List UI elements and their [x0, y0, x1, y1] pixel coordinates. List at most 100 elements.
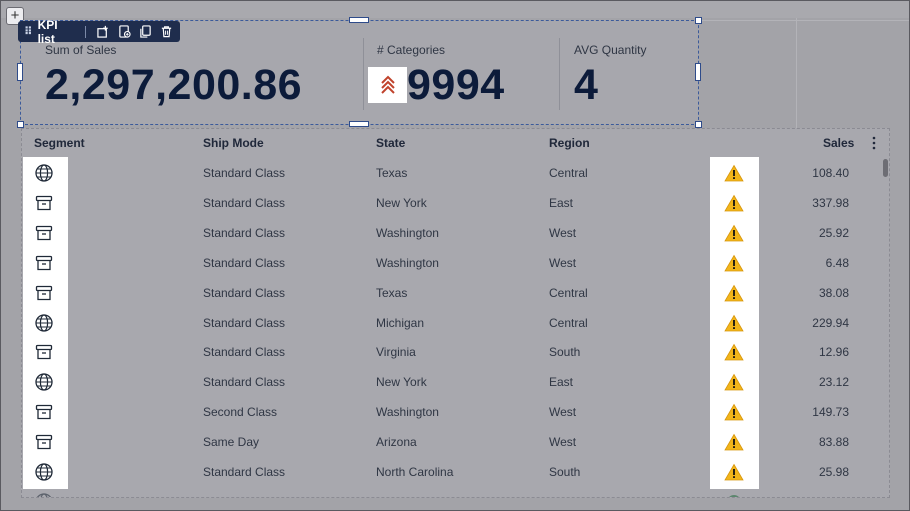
globe-icon — [34, 163, 54, 183]
cell-sales: 6.48 — [825, 255, 849, 270]
archive-icon — [34, 193, 54, 213]
archive-icon — [34, 283, 54, 303]
kpi-divider — [559, 38, 560, 110]
warning-icon — [724, 224, 744, 242]
cell-sales: 83.88 — [818, 435, 849, 450]
cell-sales: 38.08 — [818, 285, 849, 300]
resize-handle-bottom-right[interactable] — [695, 121, 702, 128]
cell-sales: 25.98 — [818, 465, 849, 479]
widget-name: KPI list — [37, 17, 58, 46]
cell-ship-mode: Standard Class — [203, 285, 286, 300]
table-row[interactable]: Standard Class Washington West 6.48 — [22, 248, 889, 278]
table-row[interactable]: Standard Class North Carolina South 25.98 — [22, 457, 889, 487]
table-widget[interactable]: Segment Ship Mode State Region Sales Sta… — [21, 128, 890, 498]
cell-region: East — [549, 375, 574, 390]
cell-region: West — [549, 255, 577, 270]
cell-ship-mode: Standard Class — [203, 255, 286, 270]
status-ok-icon — [724, 493, 744, 497]
kpi-label: # Categories — [377, 43, 446, 57]
cell-state: Washington — [376, 405, 439, 420]
cell-ship-mode: Standard Class — [203, 375, 286, 390]
resize-handle-top-right[interactable] — [695, 17, 702, 24]
cell-region: South — [549, 495, 580, 497]
table-row[interactable]: Standard Class Texas Central 38.08 — [22, 278, 889, 308]
cell-region: East — [549, 195, 574, 210]
cell-state: North Carolina — [376, 495, 453, 497]
warning-icon — [724, 284, 744, 302]
cell-sales: 229.94 — [812, 315, 849, 330]
resize-handle-bottom-left[interactable] — [17, 121, 24, 128]
resize-handle-right[interactable] — [695, 63, 701, 81]
globe-icon — [34, 313, 54, 333]
warning-icon — [724, 343, 744, 361]
cell-sales: 149.73 — [812, 405, 849, 420]
cell-state: Michigan — [376, 315, 425, 330]
archive-icon — [34, 253, 54, 273]
archive-icon — [34, 223, 54, 243]
archive-icon — [34, 402, 54, 422]
column-header-segment[interactable]: Segment — [34, 136, 85, 150]
cell-state: Arizona — [376, 435, 417, 450]
table-row[interactable]: Standard Class New York East 337.98 — [22, 188, 889, 218]
cell-state: Texas — [376, 285, 408, 300]
cell-sales: 108.40 — [812, 166, 849, 180]
cell-sales: 23.12 — [818, 375, 849, 390]
cell-state: Washington — [376, 255, 439, 270]
column-header-region[interactable]: Region — [549, 136, 590, 150]
warning-icon — [724, 314, 744, 332]
duplicate-icon[interactable] — [138, 24, 153, 40]
table-row[interactable]: Standard Class Michigan Central 229.94 — [22, 308, 889, 338]
cell-region: West — [549, 405, 577, 420]
table-row[interactable]: Standard Class North Carolina South 245.94 — [22, 487, 889, 497]
warning-icon — [724, 194, 744, 212]
more-options-icon[interactable] — [871, 136, 877, 150]
add-component-icon[interactable] — [96, 24, 111, 40]
globe-icon — [34, 492, 54, 497]
warning-icon — [724, 164, 744, 182]
warning-icon — [724, 403, 744, 421]
table-row[interactable]: Standard Class Texas Central 108.40 — [22, 158, 889, 188]
cell-ship-mode: Standard Class — [203, 166, 286, 180]
warning-icon — [724, 463, 744, 481]
cell-sales: 245.94 — [769, 495, 849, 497]
table-row[interactable]: Second Class Washington West 149.73 — [22, 397, 889, 427]
column-header-ship-mode[interactable]: Ship Mode — [203, 136, 264, 150]
warning-icon — [724, 433, 744, 451]
archive-icon — [34, 342, 54, 362]
cell-ship-mode: Standard Class — [203, 225, 286, 240]
warning-icon — [724, 254, 744, 272]
canvas-top-strip — [0, 0, 910, 18]
cell-ship-mode: Same Day — [203, 435, 260, 450]
cell-region: Central — [549, 315, 588, 330]
cell-sales: 12.96 — [818, 345, 849, 360]
kpi-value: 4 — [574, 61, 599, 109]
table-row[interactable]: Same Day Arizona West 83.88 — [22, 427, 889, 457]
drag-handle-icon[interactable]: ⠿ — [24, 25, 33, 38]
table-row[interactable]: Standard Class Washington West 25.92 — [22, 218, 889, 248]
resize-handle-left[interactable] — [17, 63, 23, 81]
resize-handle-top[interactable] — [349, 17, 369, 23]
cell-region: Central — [549, 166, 588, 180]
cell-sales: 337.98 — [812, 195, 849, 210]
kpi-label: AVG Quantity — [574, 43, 647, 57]
delete-icon[interactable] — [159, 24, 174, 40]
cell-ship-mode: Second Class — [203, 405, 278, 420]
double-chevron-up-icon — [380, 75, 395, 94]
column-header-state[interactable]: State — [376, 136, 405, 150]
table-row[interactable]: Standard Class Virginia South 12.96 — [22, 337, 889, 367]
toolbar-divider — [85, 25, 87, 38]
add-item-icon[interactable] — [117, 24, 132, 40]
resize-handle-bottom[interactable] — [349, 121, 369, 127]
kpi-label: Sum of Sales — [45, 43, 117, 57]
globe-icon — [34, 372, 54, 392]
cell-sales: 25.92 — [818, 225, 849, 240]
cell-region: South — [549, 345, 581, 360]
cell-region: West — [549, 435, 577, 450]
cell-state: Washington — [376, 225, 439, 240]
column-header-sales[interactable]: Sales — [823, 136, 854, 150]
cell-region: Central — [549, 285, 588, 300]
table-row[interactable]: Standard Class New York East 23.12 — [22, 367, 889, 397]
cell-state: Virginia — [376, 345, 416, 360]
cell-ship-mode: Standard Class — [203, 195, 286, 210]
cell-state: New York — [376, 195, 427, 210]
